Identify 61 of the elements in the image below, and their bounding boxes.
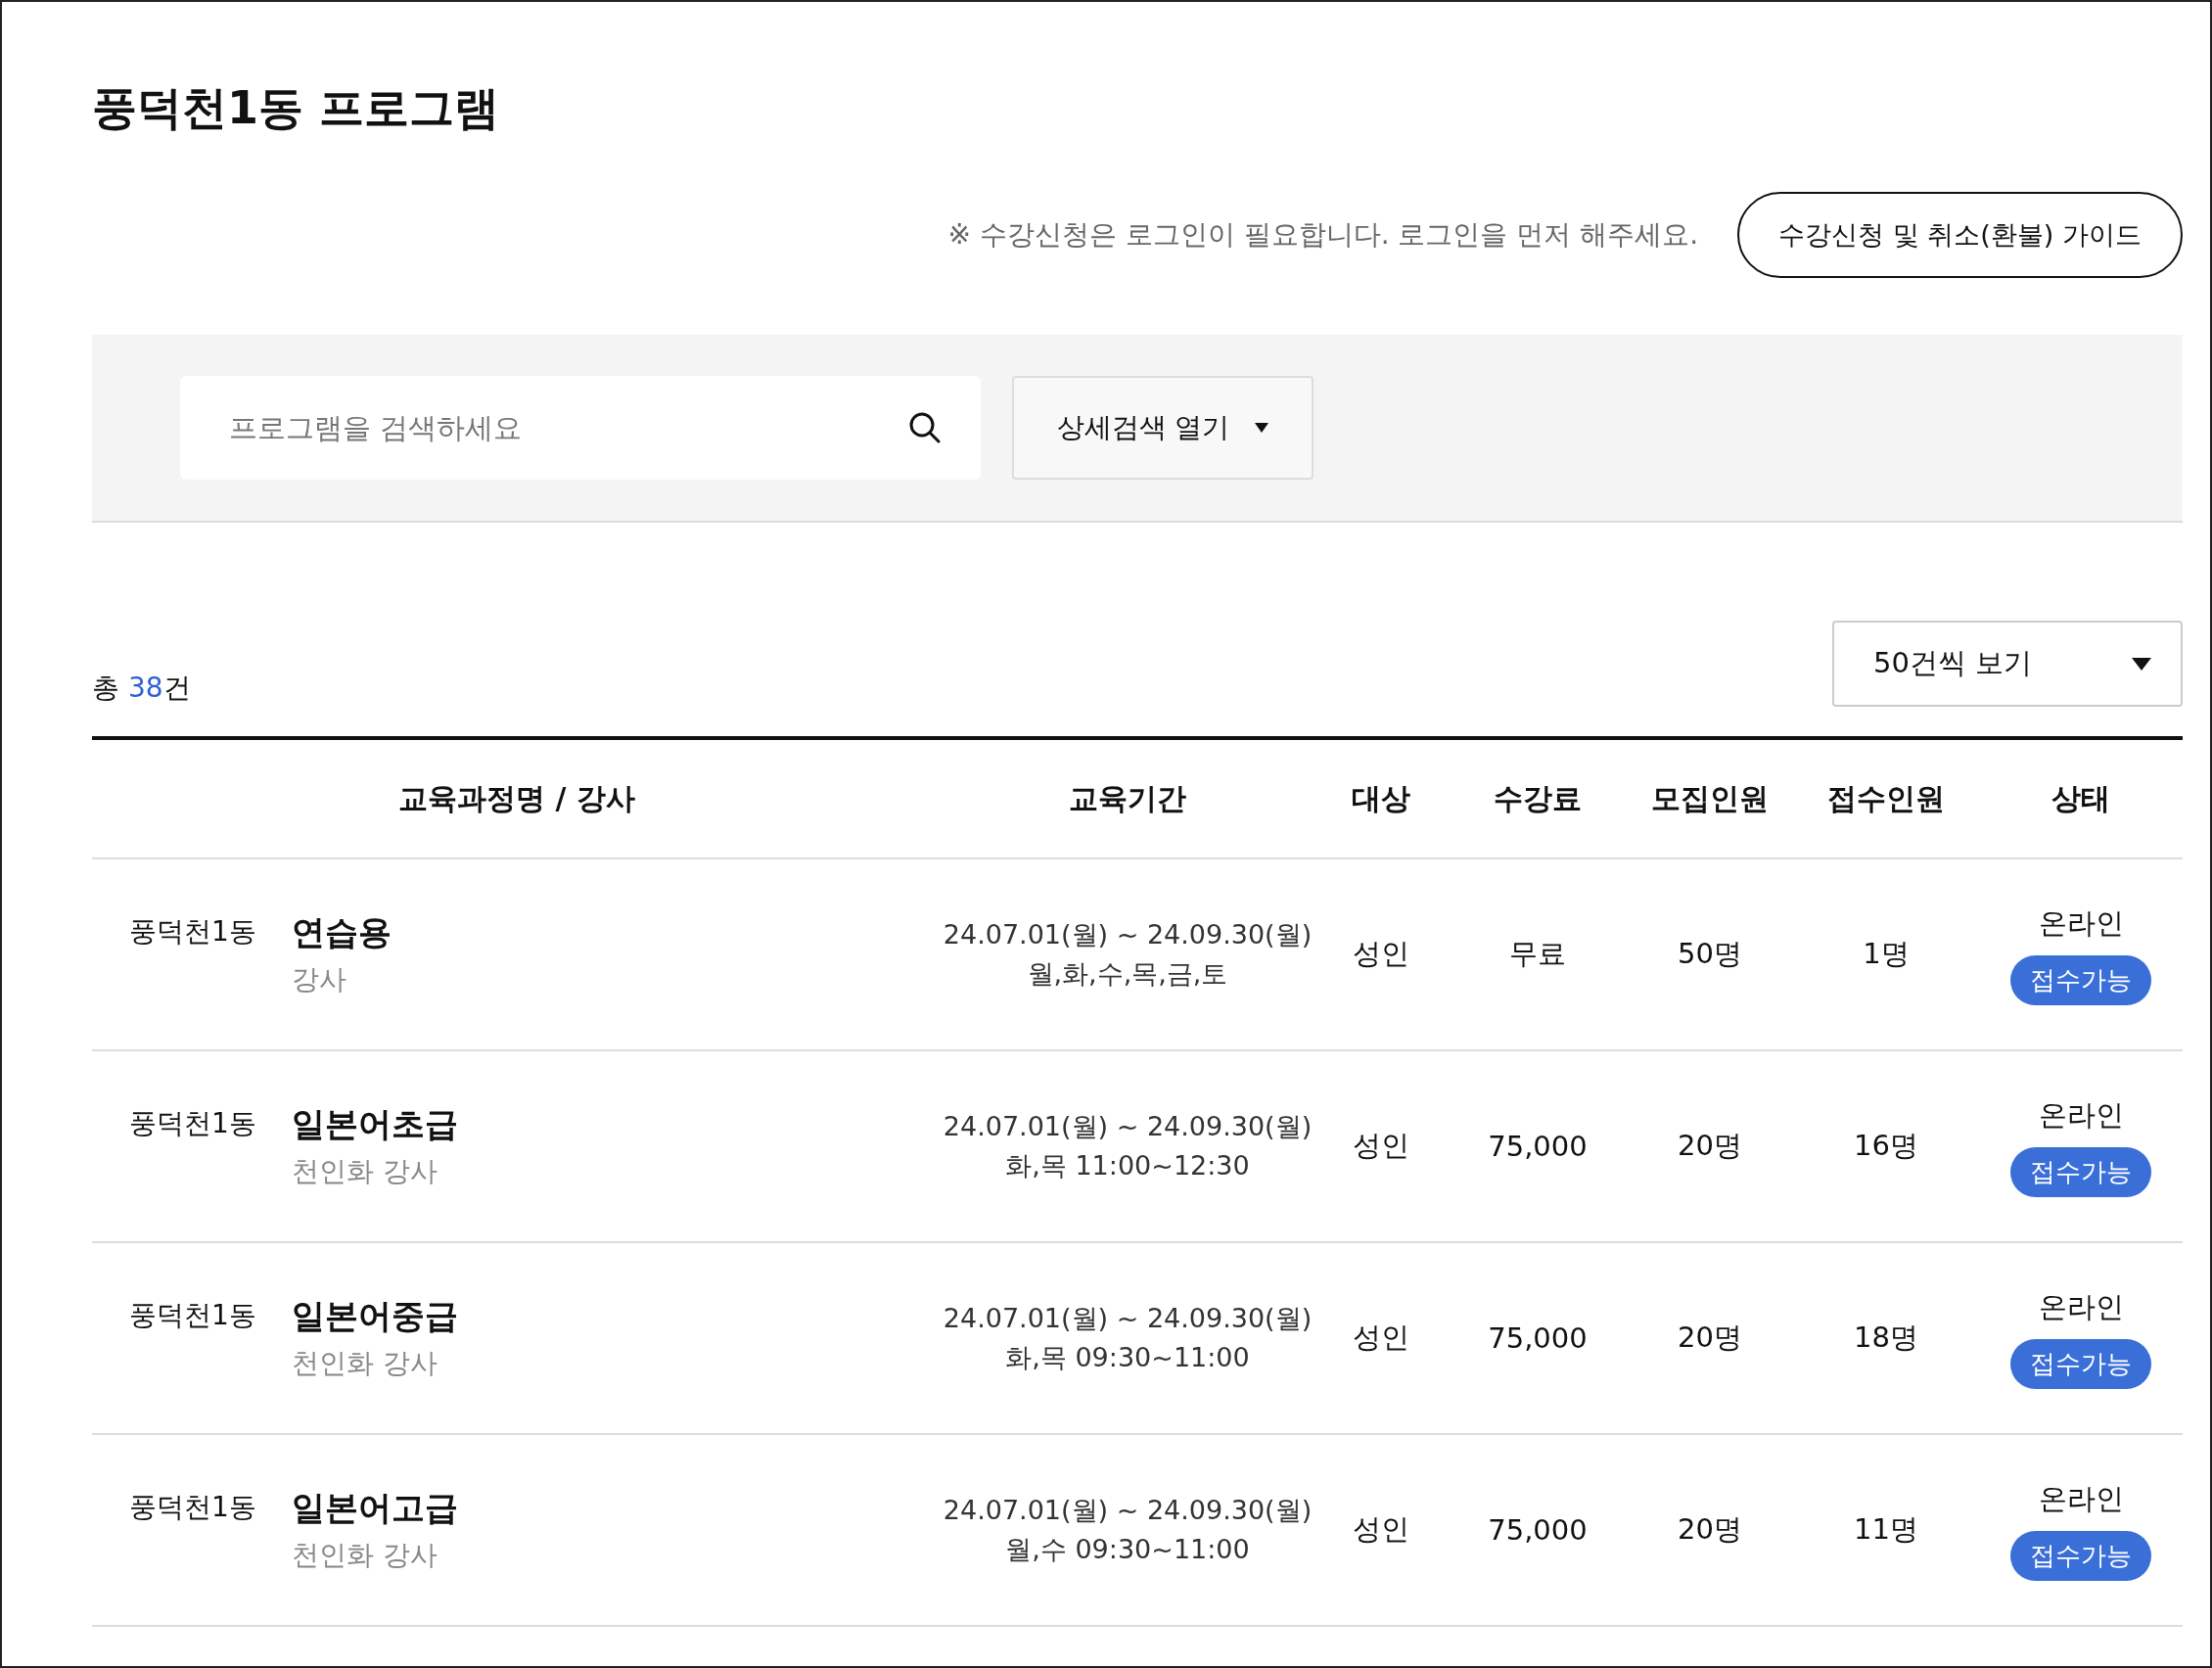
capacity-cell-text: 20명: [1677, 1128, 1743, 1164]
status-badge: 접수가능: [2010, 1146, 2151, 1197]
instructor-label: 강사: [291, 962, 347, 997]
course-title-link[interactable]: 일본어초급: [291, 1104, 458, 1143]
status-badge: 접수가능: [2010, 1530, 2151, 1581]
page-title: 풍덕천1동 프로그램: [92, 80, 501, 136]
course-title-link[interactable]: 일본어중급: [291, 1296, 458, 1335]
column-header: 상태: [2051, 779, 2111, 817]
instructor-label: 천인화 강사: [291, 1154, 438, 1189]
target-cell-text: 성인: [1352, 936, 1410, 972]
instructor-label: 천인화 강사: [291, 1346, 438, 1381]
schedule-text: 화,목 11:00~12:30: [1005, 1149, 1250, 1182]
district-label: 풍덕천1동: [129, 1106, 256, 1141]
fee-cell-text: 75,000: [1487, 1130, 1589, 1163]
method-label: 온라인: [2038, 1096, 2124, 1134]
caret-icon: [1255, 423, 1269, 433]
fee-cell-text: 무료: [1508, 936, 1567, 972]
status-badge: 접수가능: [2010, 1338, 2151, 1389]
guide-button[interactable]: 수강신청 및 취소(환불) 가이드: [1737, 192, 2183, 278]
target-cell-text: 성인: [1352, 1511, 1410, 1548]
course-title-link[interactable]: 일본어고급: [291, 1488, 458, 1527]
page-size-select[interactable]: 50건씩 보기: [1832, 621, 2183, 707]
course-title-link[interactable]: 연습용: [291, 912, 392, 951]
column-header: 대상: [1351, 779, 1411, 817]
total-count: 총 38건: [92, 671, 191, 706]
period-text: 24.07.01(월) ~ 24.09.30(월): [943, 1302, 1313, 1335]
period-text: 24.07.01(월) ~ 24.09.30(월): [943, 918, 1313, 951]
schedule-text: 월,수 09:30~11:00: [1005, 1533, 1250, 1566]
method-label: 온라인: [2038, 904, 2124, 942]
fee-cell-text: 75,000: [1487, 1321, 1589, 1355]
detail-search-button[interactable]: 상세검색 열기: [1012, 376, 1313, 480]
status-badge: 접수가능: [2010, 954, 2151, 1005]
method-label: 온라인: [2038, 1288, 2124, 1325]
capacity-cell-text: 20명: [1677, 1511, 1743, 1548]
column-header: 수강료: [1493, 779, 1583, 817]
capacity-cell-text: 20명: [1677, 1320, 1743, 1356]
district-label: 풍덕천1동: [129, 914, 256, 950]
applied-cell-text: 18명: [1853, 1320, 1919, 1356]
period-text: 24.07.01(월) ~ 24.09.30(월): [943, 1494, 1313, 1527]
target-cell-text: 성인: [1352, 1320, 1410, 1356]
column-header: 모집인원: [1650, 779, 1770, 817]
caret-icon: [2132, 657, 2151, 671]
schedule-text: 월,화,수,목,금,토: [1027, 957, 1228, 991]
capacity-cell-text: 50명: [1677, 936, 1743, 972]
column-header: 접수인원: [1826, 779, 1946, 817]
login-notice: ※ 수강신청은 로그인이 필요합니다. 로그인을 먼저 해주세요.: [947, 217, 1699, 253]
instructor-label: 천인화 강사: [291, 1538, 438, 1573]
search-icon: [908, 411, 942, 444]
district-label: 풍덕천1동: [129, 1490, 256, 1525]
schedule-text: 화,목 09:30~11:00: [1005, 1341, 1250, 1374]
district-label: 풍덕천1동: [129, 1298, 256, 1333]
fee-cell-text: 75,000: [1487, 1513, 1589, 1547]
column-header: 교육과정명 / 강사: [397, 779, 636, 817]
search-field[interactable]: 프로그램을 검색하세요: [180, 376, 981, 480]
applied-cell-text: 11명: [1853, 1511, 1919, 1548]
period-text: 24.07.01(월) ~ 24.09.30(월): [943, 1110, 1313, 1143]
applied-cell-text: 16명: [1853, 1128, 1919, 1164]
target-cell-text: 성인: [1352, 1128, 1410, 1164]
method-label: 온라인: [2038, 1480, 2124, 1517]
column-header: 교육기간: [1068, 779, 1187, 817]
applied-cell-text: 1명: [1862, 936, 1911, 972]
